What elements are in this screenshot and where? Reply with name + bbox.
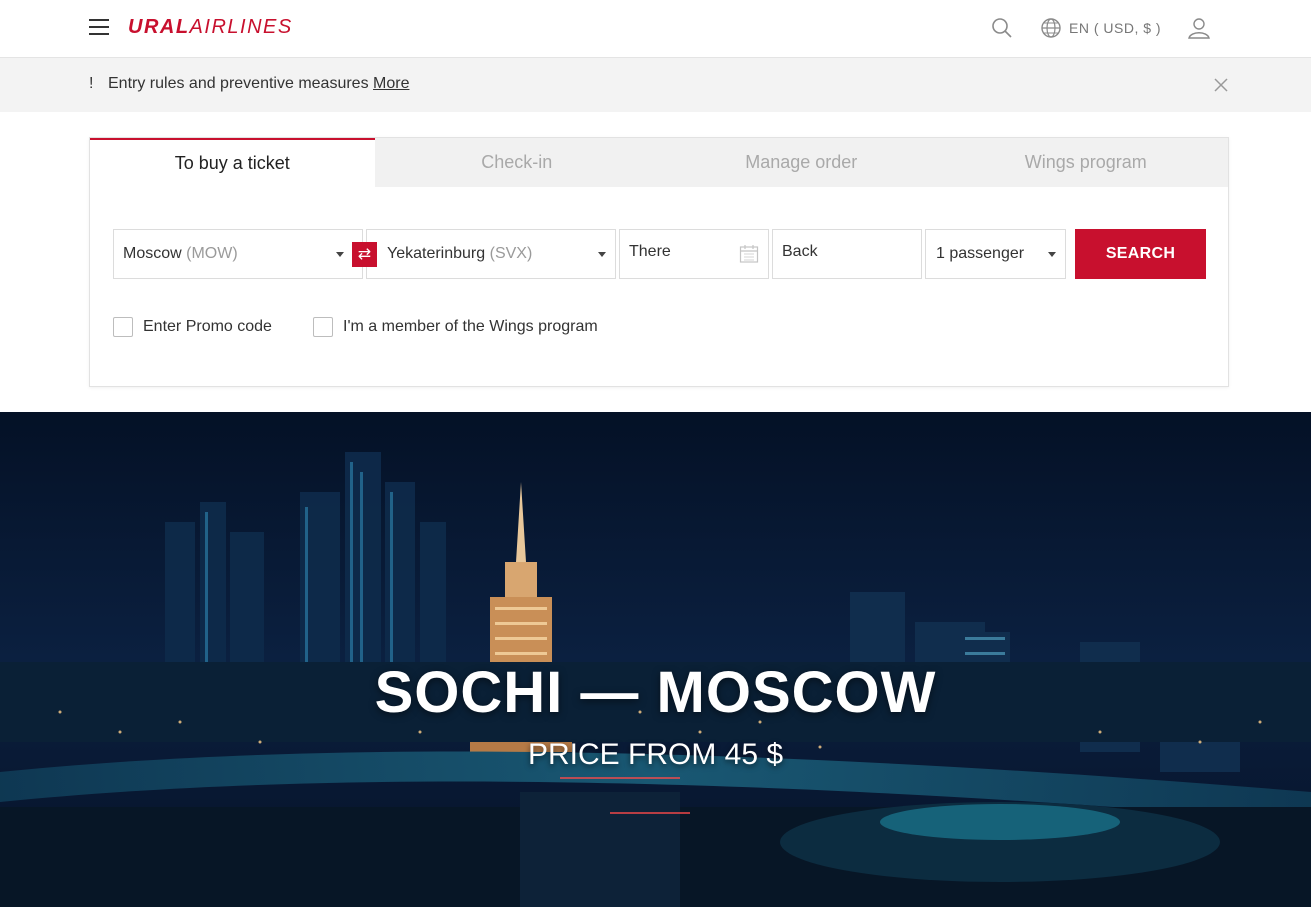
logo-light-text: AIRLINES bbox=[189, 16, 293, 38]
menu-icon[interactable] bbox=[89, 19, 109, 37]
return-date-input[interactable]: Back bbox=[772, 229, 922, 279]
checkbox-box[interactable] bbox=[113, 317, 133, 337]
globe-icon[interactable] bbox=[1039, 16, 1063, 40]
departure-date-input[interactable]: There bbox=[619, 229, 769, 279]
wings-member-checkbox[interactable]: I'm a member of the Wings program bbox=[313, 317, 633, 337]
notice-message: Entry rules and preventive measures bbox=[108, 75, 374, 92]
tab-buy-ticket[interactable]: To buy a ticket bbox=[90, 138, 375, 187]
search-icon[interactable] bbox=[990, 16, 1014, 40]
wings-member-label: I'm a member of the Wings program bbox=[343, 318, 598, 335]
passengers-value: 1 passenger bbox=[936, 245, 1025, 262]
tab-manage-order[interactable]: Manage order bbox=[659, 138, 944, 187]
chevron-down-icon bbox=[598, 252, 606, 257]
notice-more-link[interactable]: More bbox=[373, 75, 409, 92]
departure-city-select[interactable]: Moscow (MOW) bbox=[113, 229, 363, 279]
arrival-value: Yekaterinburg (SVX) bbox=[387, 245, 532, 263]
site-header: URALAIRLINES EN ( USD, $ ) bbox=[0, 0, 1311, 58]
chevron-down-icon bbox=[1048, 252, 1056, 257]
return-date-placeholder: Back bbox=[782, 243, 818, 260]
tab-check-in[interactable]: Check-in bbox=[375, 138, 660, 187]
hero-price: PRICE FROM 45 $ bbox=[527, 738, 784, 771]
tab-wings-program[interactable]: Wings program bbox=[944, 138, 1229, 187]
swap-icon[interactable]: ⇄ bbox=[352, 242, 377, 267]
departure-code: (MOW) bbox=[186, 245, 238, 262]
language-currency-selector[interactable]: EN ( USD, $ ) bbox=[1069, 20, 1161, 36]
hero-title: SOCHI — MOSCOW bbox=[374, 660, 937, 725]
promo-code-checkbox[interactable]: Enter Promo code bbox=[113, 317, 313, 337]
search-button[interactable]: SEARCH bbox=[1075, 229, 1206, 279]
booking-widget: To buy a ticket Check-in Manage order Wi… bbox=[89, 137, 1229, 387]
user-icon[interactable] bbox=[1187, 16, 1211, 40]
passengers-select[interactable]: 1 passenger bbox=[925, 229, 1066, 279]
chevron-down-icon bbox=[336, 252, 344, 257]
arrival-city-select[interactable]: Yekaterinburg (SVX) bbox=[366, 229, 616, 279]
departure-value: Moscow (MOW) bbox=[123, 245, 238, 263]
promo-code-label: Enter Promo code bbox=[143, 318, 272, 335]
notice-exclamation: ! bbox=[89, 75, 94, 92]
booking-tabs: To buy a ticket Check-in Manage order Wi… bbox=[90, 138, 1228, 187]
calendar-icon[interactable] bbox=[739, 244, 759, 264]
arrival-code: (SVX) bbox=[489, 245, 533, 262]
hero-banner[interactable]: SOCHI — MOSCOW PRICE FROM 45 $ bbox=[0, 412, 1311, 907]
departure-city: Moscow bbox=[123, 245, 182, 262]
notice-text: Entry rules and preventive measures More bbox=[108, 75, 409, 93]
arrival-city: Yekaterinburg bbox=[387, 245, 486, 262]
notice-bar: ! Entry rules and preventive measures Mo… bbox=[0, 58, 1311, 112]
logo-bold-text: URAL bbox=[128, 16, 190, 38]
ural-airlines-logo[interactable]: URALAIRLINES bbox=[128, 16, 293, 39]
close-icon[interactable] bbox=[1213, 77, 1229, 93]
checkbox-box[interactable] bbox=[313, 317, 333, 337]
departure-date-placeholder: There bbox=[629, 243, 671, 260]
